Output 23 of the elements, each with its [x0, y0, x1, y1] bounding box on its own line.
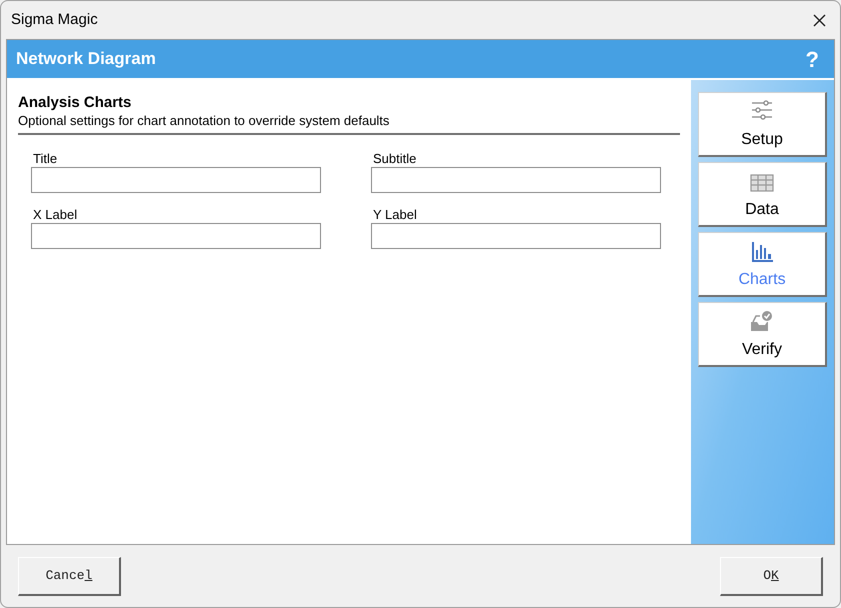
- input-field[interactable]: [371, 223, 661, 249]
- nav-button[interactable]: Verify: [698, 302, 827, 367]
- dialog-button[interactable]: OK: [720, 556, 823, 596]
- field-label: Title: [32, 151, 58, 167]
- field-label: Subtitle: [372, 151, 418, 167]
- window-title: Sigma Magic: [11, 10, 98, 30]
- nav-button[interactable]: Charts: [698, 232, 827, 297]
- section-description: Optional settings for chart annotation to override system defaults: [18, 112, 390, 129]
- input-field[interactable]: [31, 223, 321, 249]
- close-icon: [812, 14, 826, 26]
- field-label: X Label: [32, 207, 78, 223]
- nav-button[interactable]: Setup: [698, 92, 827, 157]
- dialog-button[interactable]: Cancel: [18, 556, 121, 596]
- input-field[interactable]: [31, 167, 321, 193]
- field-label: Y Label: [372, 207, 418, 223]
- section-title: Analysis Charts: [18, 94, 132, 112]
- nav-button[interactable]: Data: [698, 162, 827, 227]
- sliders-icon: [750, 98, 774, 122]
- header-title: Network Diagram: [16, 48, 156, 70]
- bar-chart-icon: [751, 242, 773, 262]
- inbox-check-icon: [750, 310, 774, 332]
- table-icon: [750, 174, 774, 192]
- input-field[interactable]: [371, 167, 661, 193]
